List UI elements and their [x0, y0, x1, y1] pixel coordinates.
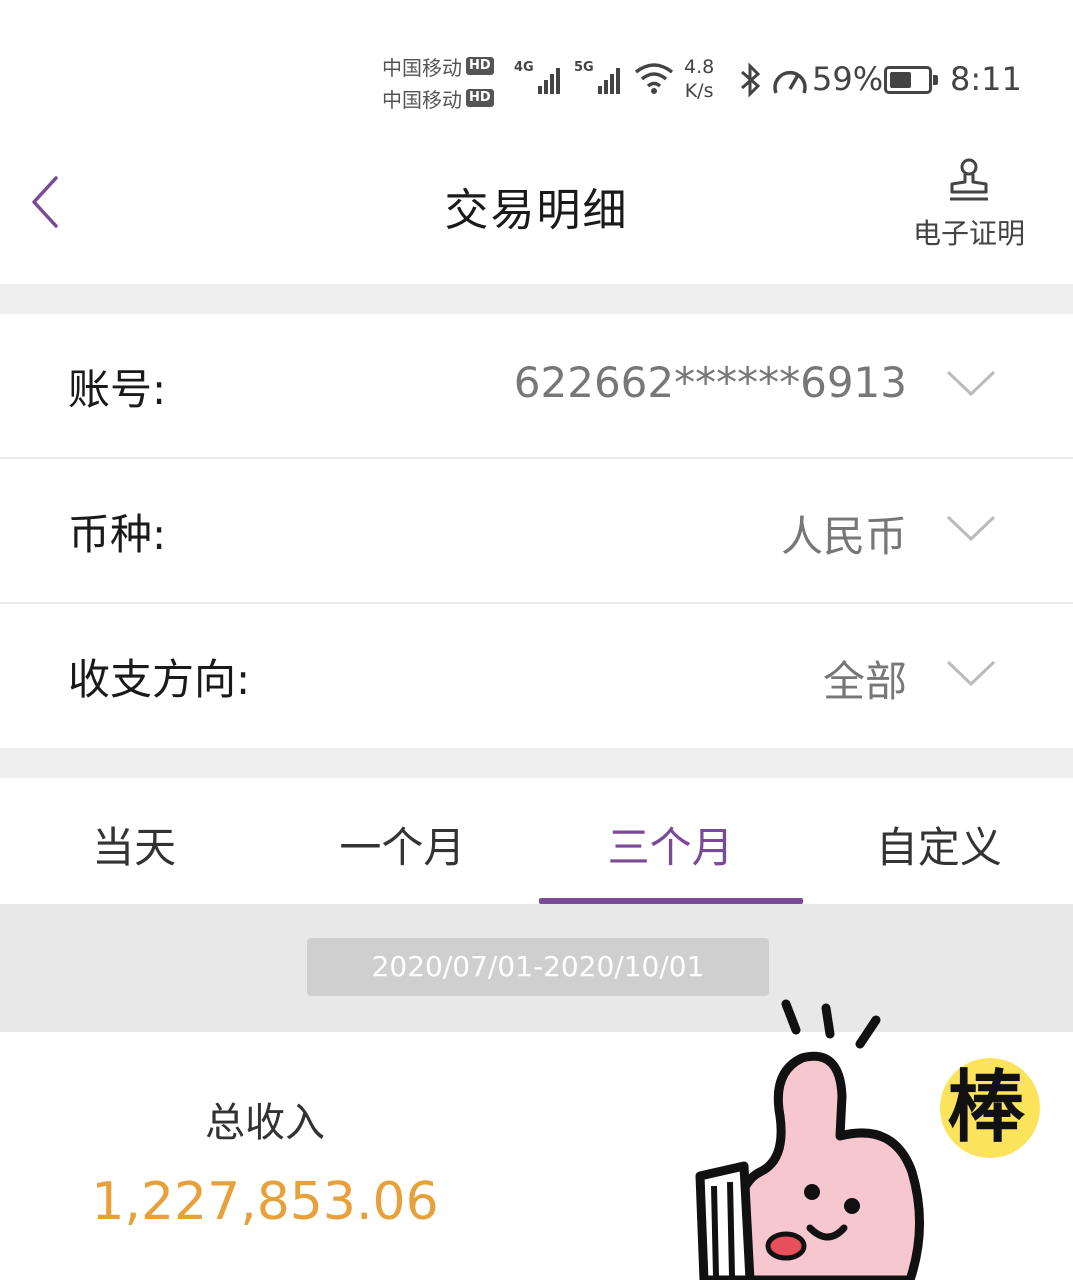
section-divider — [0, 284, 1073, 314]
tab-custom[interactable]: 自定义 — [805, 778, 1073, 904]
section-divider — [0, 748, 1073, 778]
direction-value: 全部 — [822, 657, 907, 706]
direction-selector[interactable]: 收支方向: 全部 — [0, 604, 1073, 736]
period-tabs: 当天 一个月 三个月 自定义 — [0, 778, 1073, 904]
thumbs-up-sticker: 棒 — [695, 999, 1040, 1280]
stamp-icon — [950, 158, 988, 201]
sticker-text: 棒 — [947, 1063, 1026, 1153]
carrier-name-2: 中国移动 — [382, 87, 462, 112]
carrier-name-1: 中国移动 — [382, 55, 462, 80]
direction-label: 收支方向: — [68, 655, 251, 704]
account-label: 账号: — [68, 365, 167, 414]
date-range: 2020/07/01-2020/10/01 — [307, 938, 769, 996]
chevron-down-icon — [946, 370, 996, 397]
battery-percent: 59% — [812, 60, 884, 98]
e-certificate-button[interactable]: 电子证明 — [909, 158, 1029, 252]
hd-badge: HD — [466, 89, 494, 107]
account-selector[interactable]: 账号: 622662******6913 — [0, 314, 1073, 459]
chevron-down-icon — [946, 515, 996, 542]
total-income-label: 总收入 — [205, 1100, 325, 1146]
account-value: 622662******6913 — [513, 358, 907, 407]
app-header: 交易明细 电子证明 — [0, 130, 1073, 284]
currency-label: 币种: — [68, 510, 167, 559]
filter-form: 账号: 622662******6913 币种: 人民币 收支方向: 全部 — [0, 314, 1073, 736]
status-bar: 中国移动 HD 中国移动 HD 4G 5G 4.8 K/s 59% 8:11 — [0, 0, 1073, 130]
signal-4g-icon: 4G — [514, 60, 560, 94]
speed-gauge-icon — [773, 70, 807, 94]
tab-three-months[interactable]: 三个月 — [537, 778, 805, 904]
total-income-value: 1,227,853.06 — [91, 1172, 439, 1232]
wifi-icon — [634, 63, 674, 94]
tab-today[interactable]: 当天 — [0, 778, 268, 904]
signal-5g-icon: 5G — [574, 60, 620, 94]
tab-one-month[interactable]: 一个月 — [268, 778, 536, 904]
hd-badge: HD — [466, 57, 494, 75]
currency-selector[interactable]: 币种: 人民币 — [0, 459, 1073, 604]
chevron-down-icon — [946, 660, 996, 687]
e-certificate-label: 电子证明 — [912, 217, 1025, 250]
bluetooth-icon — [741, 62, 761, 98]
currency-value: 人民币 — [780, 512, 907, 561]
clock: 8:11 — [950, 60, 1022, 98]
network-speed: 4.8 K/s — [684, 56, 715, 102]
carrier-info: 中国移动 HD 中国移动 HD — [382, 50, 508, 114]
battery-icon — [884, 66, 938, 94]
